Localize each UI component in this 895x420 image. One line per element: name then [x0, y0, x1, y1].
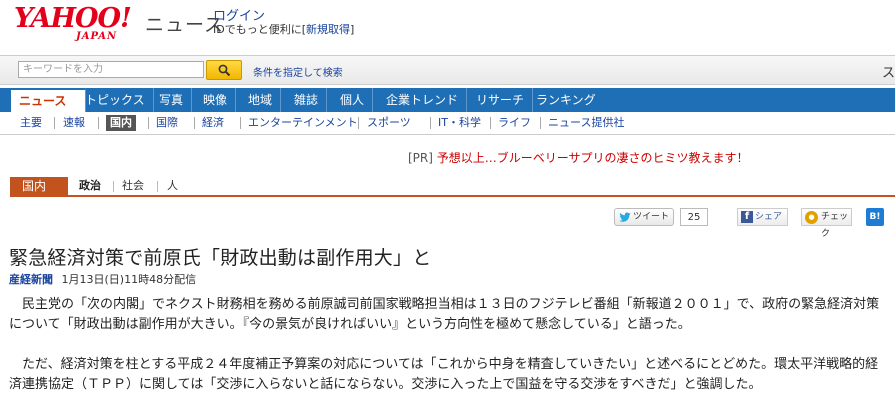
article-source-link[interactable]: 産経新聞 — [9, 273, 53, 286]
register-link[interactable]: 新規取得 — [306, 23, 350, 36]
subnav-separator — [194, 117, 195, 129]
search-bar: キーワードを入力 条件を指定して検索 ス — [0, 55, 895, 85]
pr-tag: [PR] — [408, 151, 433, 165]
search-icon — [218, 64, 231, 77]
login-subtext: IDでもっと便利に[新規取得] — [213, 21, 354, 37]
subnav-separator — [98, 117, 99, 129]
subnav-separator — [358, 117, 359, 129]
mixi-icon: ● — [805, 211, 818, 224]
category-separator — [157, 181, 158, 192]
main-nav-photos[interactable]: 写真 — [151, 88, 193, 112]
subnav-separator — [54, 117, 55, 129]
article-paragraph-2: ただ、経済対策を柱とする平成２４年度補正予算案の対応については「これから中身を精… — [9, 357, 879, 392]
subnav-entertainment[interactable]: エンターテインメント — [248, 115, 358, 131]
subnav-main[interactable]: 主要 — [20, 115, 42, 131]
main-nav-local[interactable]: 地域 — [240, 88, 282, 112]
facebook-icon: f — [741, 211, 753, 223]
tweet-button[interactable]: ツイート — [614, 208, 674, 226]
pr-text[interactable]: 予想以上…ブルーベリーサプリの凄さのヒミツ教えます！ — [437, 151, 749, 165]
article-title: 緊急経済対策で前原氏「財政出動は副作用大」と — [9, 247, 432, 269]
search-button[interactable] — [206, 60, 242, 80]
subnav-economy[interactable]: 経済 — [202, 115, 224, 131]
tweet-label: ツイート — [633, 212, 670, 222]
subnav-international[interactable]: 国際 — [156, 115, 178, 131]
main-nav-video[interactable]: 映像 — [195, 88, 237, 112]
subnav-separator — [430, 117, 431, 129]
subnav-life[interactable]: ライフ — [498, 115, 531, 131]
mixi-check-button[interactable]: ● チェック — [801, 208, 852, 239]
subnav-separator — [490, 117, 491, 129]
tweet-count: 25 — [680, 208, 708, 226]
main-nav-topics[interactable]: トピックス — [77, 88, 154, 112]
login-sub-suffix: ] — [350, 23, 355, 36]
category-people[interactable]: 人 — [167, 177, 178, 195]
search-input[interactable]: キーワードを入力 — [18, 61, 204, 78]
subnav-it-science[interactable]: IT・科学 — [438, 115, 481, 131]
sub-nav: 主要 速報 国内 国際 経済 エンターテインメント スポーツ IT・科学 ライフ… — [0, 112, 895, 135]
main-nav-news[interactable]: ニュース — [11, 88, 86, 112]
login-sub-prefix: IDでもっと便利に[ — [213, 23, 307, 36]
subnav-breaking[interactable]: 速報 — [63, 115, 85, 131]
twitter-bird-icon — [619, 212, 631, 222]
facebook-share-label: シェア — [755, 212, 783, 222]
logo-sub: JAPAN — [76, 31, 118, 42]
subnav-separator — [148, 117, 149, 129]
logo-text: YAHOO! — [14, 3, 132, 34]
subnav-domestic[interactable]: 国内 — [106, 115, 136, 131]
subnav-separator — [540, 117, 541, 129]
hatena-bookmark-button[interactable]: B! — [866, 208, 884, 226]
article-date: 1月13日(日)11時48分配信 — [61, 273, 197, 286]
article-meta: 産経新聞 1月13日(日)11時48分配信 — [9, 271, 196, 287]
main-nav-individual[interactable]: 個人 — [332, 88, 374, 112]
main-nav-magazines[interactable]: 雑誌 — [286, 88, 328, 112]
mixi-check-label: チェック — [821, 212, 849, 239]
social-bar: ツイート 25 f シェア ● チェック B! — [0, 208, 895, 239]
advanced-search-link[interactable]: 条件を指定して検索 — [253, 64, 343, 79]
main-nav-research[interactable]: リサーチ — [468, 88, 534, 112]
main-nav: ニュース トピックス 写真 映像 地域 雑誌 個人 企業トレンド リサーチ ラン… — [0, 88, 895, 112]
search-right-fragment: ス — [881, 66, 895, 81]
main-nav-business[interactable]: 企業トレンド — [378, 88, 468, 112]
yahoo-japan-logo[interactable]: YAHOO! JAPAN — [14, 4, 136, 44]
category-bar: 国内 政治 社会 人 — [10, 177, 895, 197]
site-header: YAHOO! JAPAN ニュース ログイン IDでもっと便利に[新規取得] — [0, 0, 895, 52]
category-domestic[interactable]: 国内 — [10, 177, 68, 195]
article-paragraph-1: 民主党の「次の内閣」でネクスト財務相を務める前原誠司前国家戦略担当相は１３日のフ… — [9, 297, 880, 332]
pr-ad[interactable]: [PR] 予想以上…ブルーベリーサプリの凄さのヒミツ教えます！ — [408, 149, 749, 166]
subnav-separator — [240, 117, 241, 129]
facebook-share-button[interactable]: f シェア — [737, 208, 788, 226]
category-politics[interactable]: 政治 — [79, 177, 101, 195]
subnav-sports[interactable]: スポーツ — [367, 115, 411, 131]
subnav-providers[interactable]: ニュース提供社 — [548, 115, 624, 131]
category-separator — [113, 181, 114, 192]
main-nav-ranking[interactable]: ランキング — [528, 88, 604, 112]
category-society[interactable]: 社会 — [122, 177, 144, 195]
